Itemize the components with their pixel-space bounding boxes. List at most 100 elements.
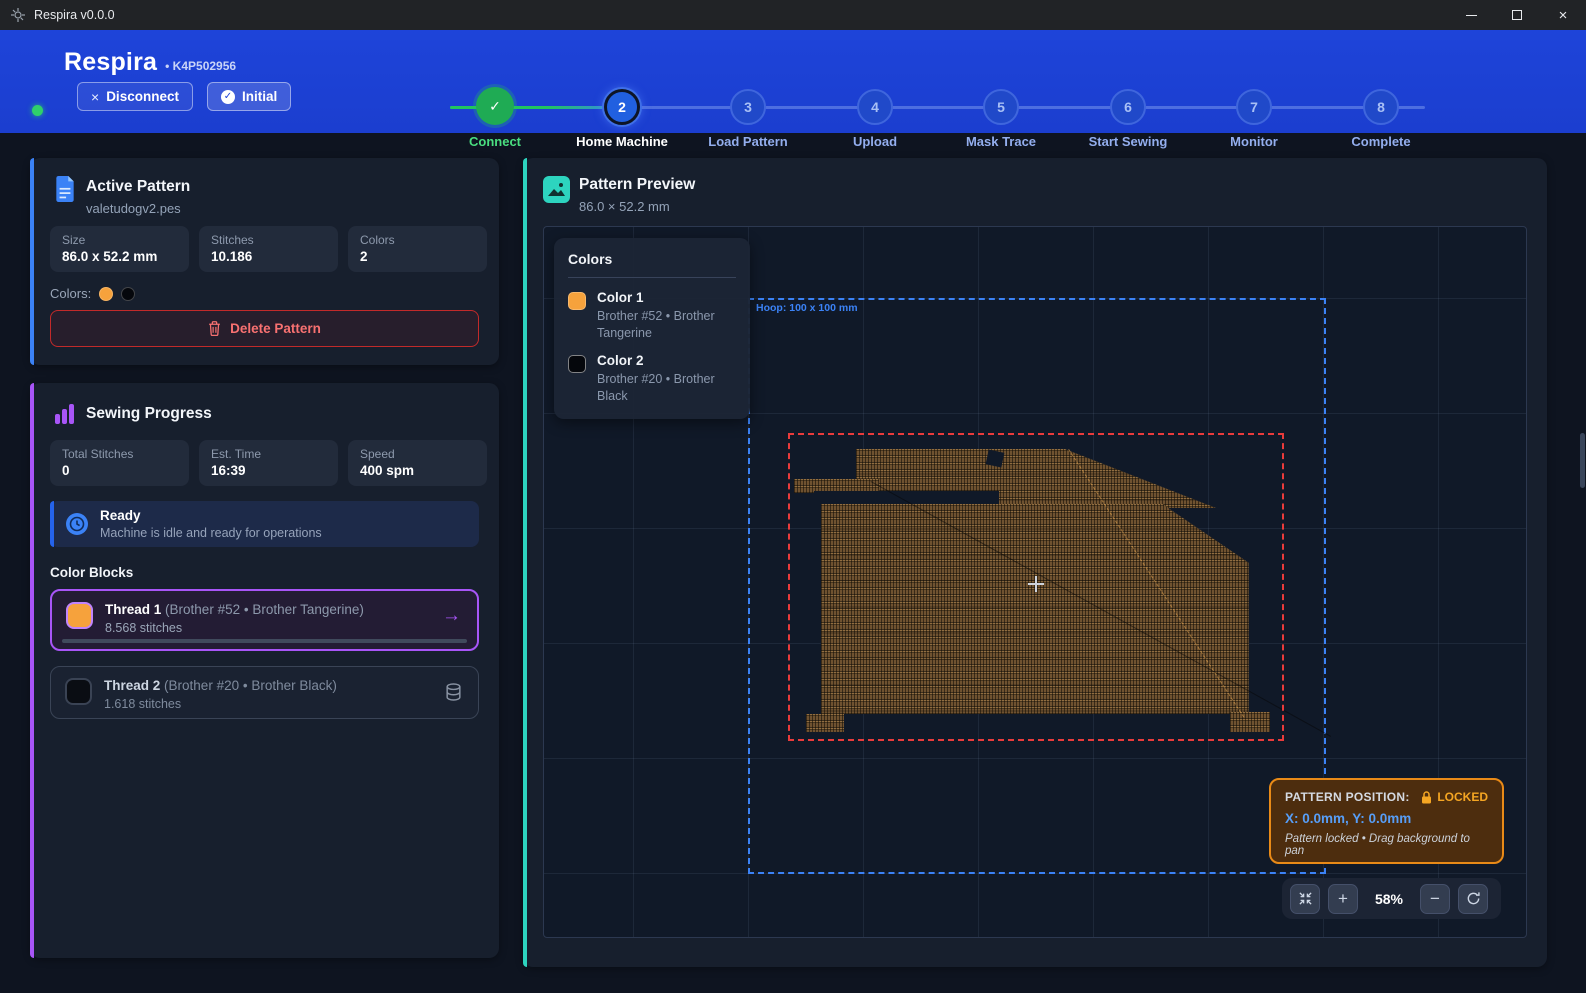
stat-total-stitches: Total Stitches 0: [50, 440, 189, 486]
colors-label: Colors:: [50, 286, 91, 301]
zoom-in-button[interactable]: +: [1328, 884, 1358, 914]
scrollbar-thumb[interactable]: [1580, 433, 1585, 488]
check-circle-icon: ✓: [221, 90, 235, 104]
card-accent: [523, 158, 527, 967]
zoom-level: 58%: [1366, 891, 1412, 907]
thread-2-block[interactable]: Thread 2 (Brother #20 • Brother Black) 1…: [50, 666, 479, 719]
thread-2-stitches: 1.618 stitches: [104, 697, 181, 711]
step-mask-trace[interactable]: 5 Mask Trace: [941, 75, 1061, 149]
stat-speed: Speed 400 spm: [348, 440, 487, 486]
step-complete[interactable]: 8 Complete: [1321, 75, 1441, 149]
initial-label: Initial: [242, 89, 277, 104]
pattern-lock-note: Pattern locked • Drag background to pan: [1285, 833, 1488, 857]
stat-label: Stitches: [211, 233, 326, 247]
image-icon: [543, 176, 570, 203]
active-pattern-title: Active Pattern: [86, 178, 190, 196]
step-home-machine[interactable]: 2 Home Machine: [562, 75, 682, 149]
status-description: Machine is idle and ready for operations: [100, 526, 322, 540]
app-name: Respira: [64, 48, 157, 77]
colors-legend: Colors Color 1 Brother #52 • Brother Tan…: [554, 238, 750, 419]
pattern-preview-card: Pattern Preview 86.0 × 52.2 mm Hoop: 100…: [523, 158, 1547, 967]
pattern-dimensions: 86.0 × 52.2 mm: [579, 199, 670, 214]
status-title: Ready: [100, 508, 141, 523]
bar-chart-icon: [55, 403, 77, 425]
step-number: 8: [1377, 99, 1385, 115]
maximize-button[interactable]: [1494, 0, 1540, 30]
thread-1-swatch: [66, 602, 93, 629]
legend-color-desc: Brother #52 • Brother Tangerine: [597, 308, 725, 342]
stat-value: 0: [62, 463, 177, 478]
legend-color-name: Color 2: [597, 353, 736, 368]
delete-pattern-button[interactable]: Delete Pattern: [50, 310, 479, 347]
step-label: Start Sewing: [1068, 134, 1188, 149]
delete-pattern-label: Delete Pattern: [230, 321, 321, 336]
card-accent: [30, 158, 34, 365]
legend-color-name: Color 1: [597, 290, 725, 305]
card-accent: [30, 383, 34, 958]
lock-icon: [1421, 791, 1432, 804]
file-icon: [54, 176, 76, 202]
color-blocks-label: Color Blocks: [50, 565, 133, 580]
stat-size: Size 86.0 x 52.2 mm: [50, 226, 189, 272]
thread-1-progress: [62, 639, 467, 643]
stat-colors: Colors 2: [348, 226, 487, 272]
thread-1-detail: (Brother #52 • Brother Tangerine): [165, 602, 364, 617]
color-dot-black: [121, 287, 135, 301]
stat-value: 16:39: [211, 463, 326, 478]
legend-title: Colors: [568, 251, 736, 267]
step-upload[interactable]: 4 Upload: [815, 75, 935, 149]
stat-est-time: Est. Time 16:39: [199, 440, 338, 486]
legend-swatch-orange: [568, 292, 586, 310]
step-label: Home Machine: [562, 134, 682, 149]
sewing-progress-card: Sewing Progress Total Stitches 0 Est. Ti…: [30, 383, 499, 958]
machine-status-box: Ready Machine is idle and ready for oper…: [50, 501, 479, 547]
stat-label: Size: [62, 233, 177, 247]
preview-canvas[interactable]: Hoop: 100 x 100 mm Colors Color: [543, 226, 1527, 938]
zoom-out-button[interactable]: −: [1420, 884, 1450, 914]
machine-serial: K4P502956: [173, 59, 236, 73]
disconnect-x-icon: ×: [91, 89, 99, 105]
thread-1-stitches: 8.568 stitches: [105, 621, 182, 635]
step-number: 7: [1250, 99, 1258, 115]
legend-swatch-black: [568, 355, 586, 373]
step-connect[interactable]: ✓ Connect: [435, 75, 555, 149]
status-accent: [50, 501, 54, 547]
step-label: Load Pattern: [688, 134, 808, 149]
fit-to-view-button[interactable]: [1290, 884, 1320, 914]
app-window: Respira v0.0.0 × Respira • K4P502956 × D…: [0, 0, 1586, 993]
minimize-button[interactable]: [1448, 0, 1494, 30]
minus-icon: −: [1430, 889, 1440, 909]
disconnect-button[interactable]: × Disconnect: [77, 82, 193, 111]
step-label: Complete: [1321, 134, 1441, 149]
legend-divider: [568, 277, 736, 278]
arrow-right-icon: →: [442, 605, 461, 627]
reset-view-button[interactable]: [1458, 884, 1488, 914]
step-start-sewing[interactable]: 6 Start Sewing: [1068, 75, 1188, 149]
initial-button[interactable]: ✓ Initial: [207, 82, 291, 111]
refresh-icon: [1466, 891, 1481, 906]
pattern-position-overlay: PATTERN POSITION: LOCKED X: 0.0mm, Y: 0.…: [1269, 778, 1504, 864]
step-load-pattern[interactable]: 3 Load Pattern: [688, 75, 808, 149]
pattern-filename: valetudogv2.pes: [86, 201, 181, 216]
close-button[interactable]: ×: [1540, 0, 1586, 30]
step-number: 3: [744, 99, 752, 115]
stat-value: 400 spm: [360, 463, 475, 478]
stat-value: 2: [360, 249, 475, 264]
step-label: Upload: [815, 134, 935, 149]
stat-value: 10.186: [211, 249, 326, 264]
connection-status-dot: [32, 105, 43, 116]
thread-1-block[interactable]: Thread 1 (Brother #52 • Brother Tangerin…: [50, 589, 479, 651]
step-number: 5: [997, 99, 1005, 115]
thread-2-name: Thread 2: [104, 678, 160, 693]
step-number: 2: [618, 99, 626, 115]
color-dot-orange: [99, 287, 113, 301]
compress-icon: [1298, 891, 1313, 906]
step-number: 6: [1124, 99, 1132, 115]
active-pattern-card: Active Pattern valetudogv2.pes Size 86.0…: [30, 158, 499, 365]
center-crosshair: [1028, 576, 1044, 592]
pattern-preview-title: Pattern Preview: [579, 176, 695, 194]
stat-label: Colors: [360, 233, 475, 247]
minimize-icon: [1466, 15, 1477, 16]
stat-stitches: Stitches 10.186: [199, 226, 338, 272]
step-monitor[interactable]: 7 Monitor: [1194, 75, 1314, 149]
